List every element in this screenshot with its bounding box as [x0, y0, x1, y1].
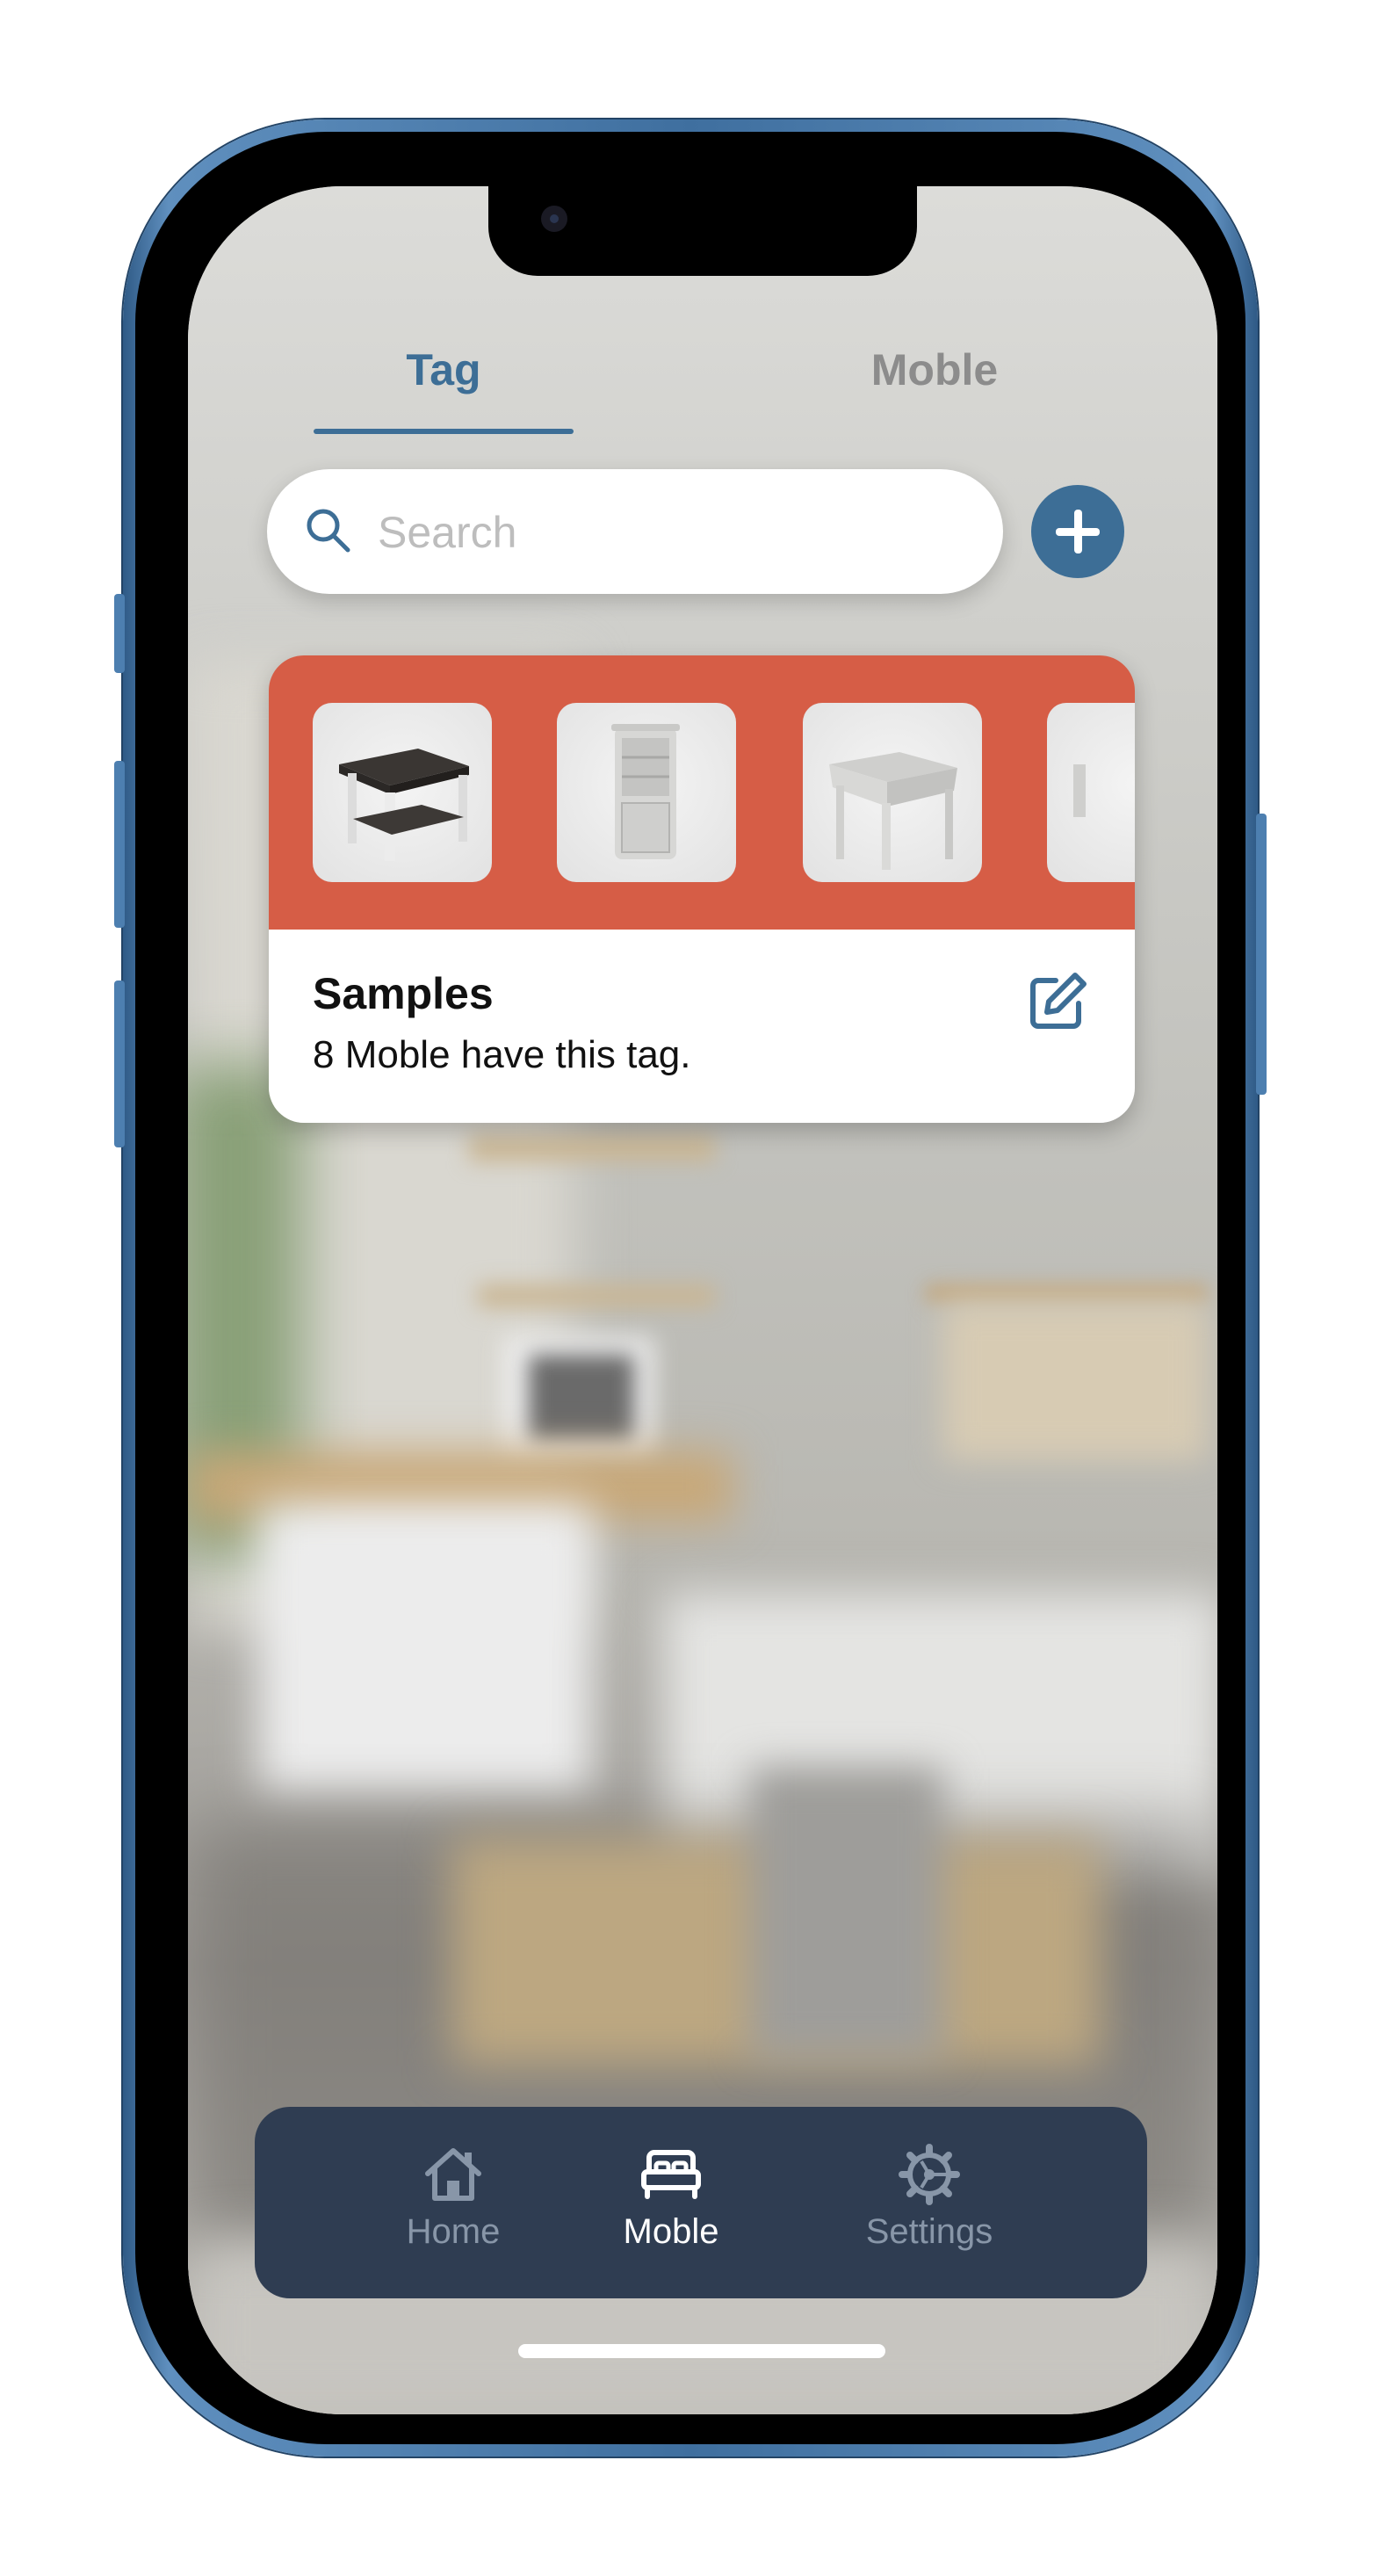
bed-icon: [641, 2150, 701, 2199]
app-screen: Tag Moble Search Samples 8 Moble have th…: [188, 186, 1217, 2414]
nav-label-settings: Settings: [865, 2212, 993, 2251]
bottom-navigation: Home Moble Settings: [255, 2107, 1147, 2298]
thumbnail-partial-item[interactable]: [1047, 703, 1135, 882]
add-tag-button[interactable]: [1031, 485, 1124, 578]
phone-bezel: Tag Moble Search Samples 8 Moble have th…: [135, 132, 1245, 2444]
home-indicator[interactable]: [518, 2344, 885, 2358]
side-table-image: [829, 752, 957, 870]
gear-icon: [899, 2144, 960, 2205]
corner-cabinet-image: [611, 724, 680, 859]
volume-down-button: [114, 980, 125, 1147]
active-tab-indicator: [314, 429, 574, 434]
nav-item-home[interactable]: Home: [357, 2142, 550, 2274]
thumbnail-strip[interactable]: [269, 655, 1135, 930]
nav-label-moble: Moble: [623, 2212, 719, 2251]
search-bar: [267, 469, 1003, 594]
thumbnail-side-table[interactable]: [803, 703, 982, 882]
phone-frame: Tag Moble Search Samples 8 Moble have th…: [114, 119, 1267, 2457]
tag-card[interactable]: Samples 8 Moble have this tag.: [269, 655, 1135, 1123]
tag-title: Samples: [313, 969, 494, 1018]
device-notch: [488, 186, 917, 276]
search-icon: [307, 509, 350, 553]
tag-count-text: 8 Moble have this tag.: [313, 1033, 691, 1076]
coffee-table-image: [339, 749, 469, 861]
power-button: [1256, 814, 1267, 1095]
thumbnail-corner-cabinet[interactable]: [557, 703, 736, 882]
mute-switch: [114, 594, 125, 673]
tag-card-body: Samples 8 Moble have this tag.: [269, 930, 1135, 1123]
thumbnail-coffee-table[interactable]: [313, 703, 492, 882]
nav-item-moble[interactable]: Moble: [574, 2142, 768, 2274]
tab-tag[interactable]: Tag: [314, 339, 574, 401]
home-icon: [425, 2148, 481, 2201]
nav-label-home: Home: [406, 2212, 501, 2251]
camera-icon: [541, 206, 567, 232]
search-input[interactable]: [376, 494, 977, 571]
volume-up-button: [114, 761, 125, 928]
tab-moble[interactable]: Moble: [829, 339, 1040, 401]
edit-icon[interactable]: [1026, 970, 1089, 1033]
nav-item-settings[interactable]: Settings: [833, 2142, 1026, 2274]
partial-item-image: [1073, 764, 1086, 817]
